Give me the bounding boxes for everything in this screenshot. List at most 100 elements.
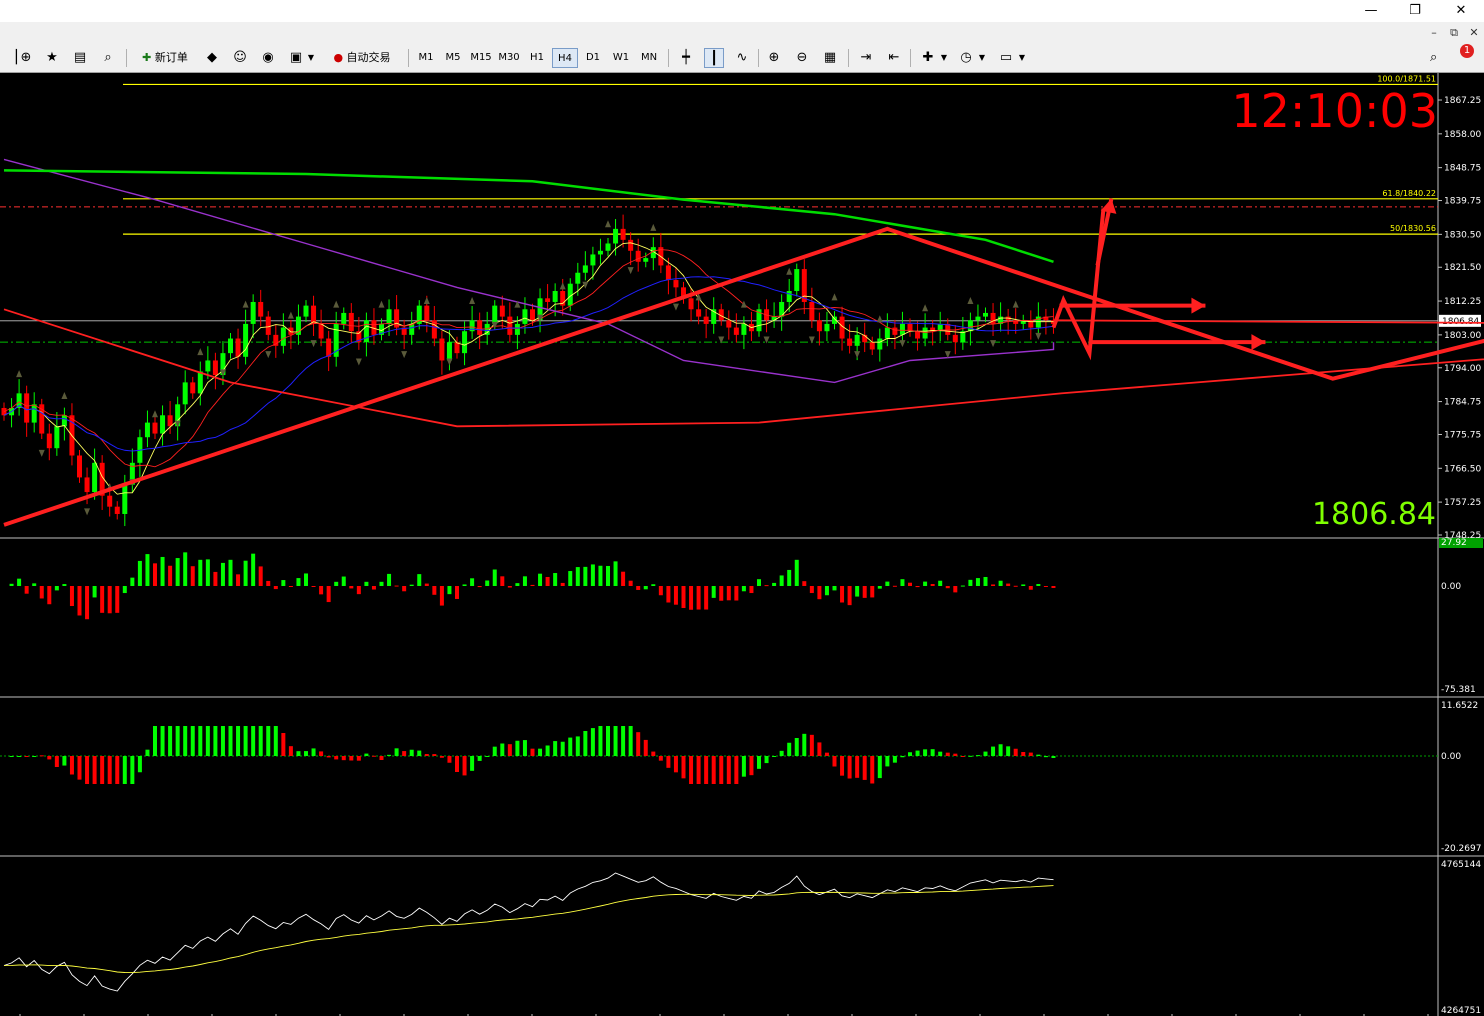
osma-bar (809, 734, 814, 756)
mdi-minimize-button[interactable]: – (1426, 25, 1442, 41)
timeframe-w1[interactable]: W1 (608, 48, 634, 68)
zoom-out-icon[interactable]: ⊖ (792, 48, 812, 68)
candle-body (635, 250, 641, 262)
dropdown-icon[interactable]: ▼ (305, 48, 317, 68)
zoom-in-icon[interactable]: ⊕ (764, 48, 784, 68)
macd-bar (334, 581, 339, 586)
candle-body (341, 312, 347, 324)
fractal-marker (854, 351, 861, 359)
tile-windows-icon[interactable]: ▦ (820, 48, 840, 68)
minimize-button[interactable]: — (1356, 0, 1386, 22)
osma-bar (628, 726, 633, 756)
timeframe-h1[interactable]: H1 (524, 48, 550, 68)
osma-bar (689, 756, 694, 784)
fractal-marker (740, 300, 747, 308)
people-icon[interactable]: ☺ (230, 48, 250, 68)
volume-yellow-line (3, 885, 1054, 974)
osma-bar (85, 756, 90, 784)
timeframe-m15[interactable]: M15 (468, 48, 494, 68)
candle-body (31, 404, 37, 423)
fib-level-label: 100.0/1871.51 (1377, 74, 1436, 83)
mdi-close-button[interactable]: ✕ (1466, 25, 1482, 41)
osma-bar (251, 726, 256, 756)
macd-bar (145, 554, 150, 586)
search-icon[interactable]: ⌕ (1430, 48, 1437, 68)
new-order-button[interactable]: ✚ 新订单 (134, 48, 196, 68)
restore-button[interactable]: ❐ (1400, 0, 1430, 22)
periods-dropdown-icon[interactable]: ▼ (976, 48, 988, 68)
macd-bar (205, 559, 210, 586)
osma-bar (553, 741, 558, 756)
line-chart-icon[interactable]: ∿ (732, 48, 752, 68)
indicators-dropdown-icon[interactable]: ▼ (938, 48, 950, 68)
macd-bar (741, 586, 746, 592)
autoscroll-icon[interactable]: ⇥ (856, 48, 876, 68)
notification-icon[interactable]: 1 (1458, 44, 1478, 68)
osma-bar (824, 752, 829, 756)
fractal-marker (446, 358, 453, 366)
osma-bar (613, 726, 618, 756)
macd-bar (764, 585, 769, 587)
tester-icon[interactable]: ⌕ (98, 48, 118, 68)
macd-bar (326, 586, 331, 603)
candle-body (605, 243, 611, 251)
osma-bar (802, 733, 807, 756)
timeframe-m1[interactable]: M1 (413, 48, 439, 68)
osma-bar (281, 733, 286, 756)
timeframe-d1[interactable]: D1 (580, 48, 606, 68)
chart-area[interactable]: 1867.25 1858.00 1848.75 1839.75 1830.50 1821.… (0, 73, 1484, 1016)
close-button[interactable]: ✕ (1446, 0, 1476, 22)
macd-bar (704, 586, 709, 610)
auto-trade-button[interactable]: ● 自动交易 (324, 48, 400, 68)
osma-bar (583, 731, 588, 756)
macd-bar (583, 566, 588, 586)
macd-bar (606, 565, 610, 586)
macd-bar (258, 566, 263, 586)
indicators-icon[interactable]: ✚ (918, 48, 938, 68)
macd-bar (613, 561, 618, 586)
osma-bar (507, 744, 512, 756)
macd-bar (100, 586, 105, 613)
candlestick-icon[interactable]: ┃ (704, 48, 724, 68)
navigator-icon[interactable]: ▤ (70, 48, 90, 68)
candle-body (499, 305, 505, 317)
timeframe-h4[interactable]: H4 (552, 48, 578, 68)
osma-bar (168, 726, 173, 756)
macd-bar (734, 586, 739, 601)
templates-icon[interactable]: ▭ (996, 48, 1016, 68)
gold-icon[interactable]: ◆ (202, 48, 222, 68)
timeframe-mn[interactable]: MN (636, 48, 662, 68)
osma-bar (273, 726, 278, 756)
timeframe-m5[interactable]: M5 (440, 48, 466, 68)
osma-bar (772, 756, 777, 757)
macd-bar (673, 586, 678, 605)
templates-dropdown-icon[interactable]: ▼ (1016, 48, 1028, 68)
candle-body (696, 309, 702, 317)
periods-icon[interactable]: ◷ (956, 48, 976, 68)
fib-level-label: 50/1830.56 (1390, 224, 1436, 233)
osma-bar (319, 751, 324, 756)
ma-yellow-line (3, 242, 1054, 495)
signal-icon[interactable]: ◉ (258, 48, 278, 68)
favorites-icon[interactable]: ★ (42, 48, 62, 68)
candle-body (258, 301, 264, 317)
osma-bar (975, 755, 980, 757)
bar-chart-icon[interactable]: ┿ (676, 48, 696, 68)
osma-bar (409, 749, 414, 756)
mdi-restore-button[interactable]: ⧉ (1446, 25, 1462, 41)
chart-shift-icon[interactable]: ⇤ (884, 48, 904, 68)
candle-body (205, 360, 211, 372)
macd-bar (960, 585, 965, 587)
macd-bar (168, 565, 173, 586)
window-icon[interactable]: ▣ (286, 48, 306, 68)
fractal-marker (287, 311, 294, 319)
macd-bar (855, 586, 860, 597)
timeframe-m30[interactable]: M30 (496, 48, 522, 68)
price-tick-label: 1830.50 (1444, 230, 1481, 240)
crosshair-icon[interactable]: ⊕ (16, 48, 36, 68)
fractal-marker (786, 267, 793, 275)
price-tick-label: 1757.25 (1444, 498, 1481, 508)
candle-body (514, 323, 520, 335)
macd-bar (1043, 586, 1048, 587)
macd-bar (870, 586, 875, 598)
